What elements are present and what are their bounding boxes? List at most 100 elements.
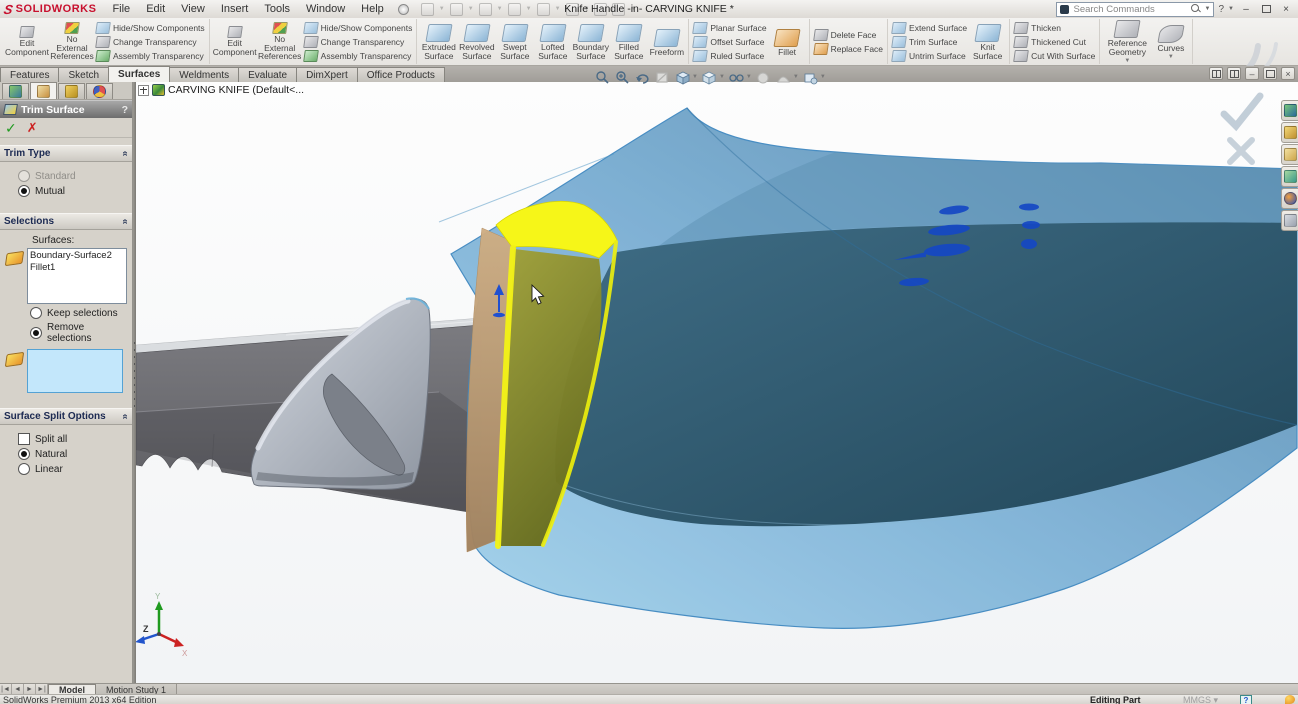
doc-restore-button[interactable] (1263, 67, 1277, 80)
reference-geometry-button[interactable]: Reference Geometry ▼ (1104, 18, 1150, 64)
menu-tools[interactable]: Tools (256, 2, 298, 16)
select-caret-icon[interactable]: ▼ (584, 6, 590, 12)
tab-weldments[interactable]: Weldments (169, 67, 239, 82)
remove-selections-option[interactable]: Remove selections (30, 322, 128, 344)
extend-surface-button[interactable]: Extend Surface (892, 22, 967, 34)
displaymanager-tab[interactable] (86, 83, 113, 99)
undo-icon[interactable] (537, 3, 550, 16)
help-caret-icon[interactable]: ▼ (1228, 6, 1234, 12)
restore-button[interactable] (1258, 2, 1274, 16)
cut-with-surface-button[interactable]: Cut With Surface (1014, 50, 1095, 62)
lofted-surface-button[interactable]: Lofted Surface (535, 22, 570, 61)
menu-edit[interactable]: Edit (138, 2, 173, 16)
menu-help[interactable]: Help (353, 2, 392, 16)
freeform-button[interactable]: Freeform (649, 27, 684, 57)
edit-component-button-2[interactable]: Edit Component (214, 26, 256, 57)
selection-item[interactable]: Fillet1 (30, 262, 124, 274)
remove-selections-radio[interactable] (30, 327, 42, 339)
pm-ok-button[interactable]: ✓ (5, 121, 17, 135)
print-icon[interactable] (508, 3, 521, 16)
thickened-cut-button[interactable]: Thickened Cut (1014, 36, 1095, 48)
model-scene[interactable]: Y Z X (136, 82, 1298, 683)
selection-item[interactable]: Boundary-Surface2 (30, 250, 124, 262)
confirmation-corner[interactable] (1224, 96, 1260, 162)
section-view-button[interactable] (654, 69, 671, 85)
view-orientation-button[interactable] (674, 69, 691, 85)
thicken-button[interactable]: Thicken (1014, 22, 1095, 34)
zoom-to-fit-button[interactable] (594, 69, 611, 85)
trim-type-section-header[interactable]: Trim Type « (0, 145, 132, 162)
menu-insert[interactable]: Insert (213, 2, 257, 16)
trim-mutual-option[interactable]: Mutual (18, 185, 128, 197)
save-caret-icon[interactable]: ▼ (497, 6, 503, 12)
split-all-option[interactable]: Split all (18, 433, 128, 445)
trim-standard-option[interactable]: Standard (18, 170, 128, 182)
doc-minimize-button[interactable]: – (1245, 67, 1259, 80)
tree-expand-icon[interactable] (138, 85, 149, 96)
apply-scene-button[interactable] (775, 69, 792, 85)
open-caret-icon[interactable]: ▼ (468, 6, 474, 12)
assembly-transparency-button[interactable]: Assembly Transparency (96, 50, 205, 62)
edit-component-button[interactable]: Edit Component (6, 26, 48, 57)
view-settings-caret-icon[interactable]: ▼ (820, 74, 826, 80)
trim-mutual-radio[interactable] (18, 185, 30, 197)
configurationmanager-tab[interactable] (58, 83, 85, 99)
rebuild-icon[interactable] (594, 3, 607, 16)
filled-surface-button[interactable]: Filled Surface (611, 22, 646, 61)
ruled-surface-button[interactable]: Ruled Surface (693, 50, 766, 62)
print-caret-icon[interactable]: ▼ (526, 6, 532, 12)
hide-show-components-button-2[interactable]: Hide/Show Components (304, 22, 413, 34)
apply-scene-caret-icon[interactable]: ▼ (793, 74, 799, 80)
edit-appearance-button[interactable] (755, 69, 772, 85)
propertymanager-tab[interactable] (30, 82, 57, 99)
search-caret-icon[interactable]: ▼ (1205, 6, 1211, 12)
extruded-surface-button[interactable]: Extruded Surface (421, 22, 456, 61)
new-document-icon[interactable] (421, 3, 434, 16)
delete-face-button[interactable]: Delete Face (814, 29, 883, 41)
taskpane-file-explorer-button[interactable] (1281, 144, 1298, 165)
menu-view[interactable]: View (173, 2, 213, 16)
undo-caret-icon[interactable]: ▼ (555, 6, 561, 12)
pm-cancel-button[interactable]: ✗ (27, 121, 38, 134)
doc-close-button[interactable]: × (1281, 67, 1295, 80)
tab-office-products[interactable]: Office Products (357, 67, 445, 82)
selections-section-header[interactable]: Selections « (0, 213, 132, 230)
boundary-surface-button[interactable]: Boundary Surface (573, 22, 608, 61)
options-caret-icon[interactable]: ▼ (630, 6, 636, 12)
view-orientation-caret-icon[interactable]: ▼ (692, 74, 698, 80)
no-external-references-button-2[interactable]: No External References (259, 22, 301, 62)
save-icon[interactable] (479, 3, 492, 16)
tab-dimxpert[interactable]: DimXpert (296, 67, 358, 82)
untrim-surface-button[interactable]: Untrim Surface (892, 50, 967, 62)
close-button[interactable]: × (1278, 2, 1294, 16)
graphics-viewport[interactable]: Y Z X CARVING KNIFE (Default<... (136, 82, 1298, 683)
menu-file[interactable]: File (104, 2, 138, 16)
display-style-button[interactable] (701, 69, 718, 85)
surfaces-selection-list[interactable]: Boundary-Surface2 Fillet1 (27, 248, 127, 304)
taskpane-view-palette-button[interactable] (1281, 166, 1298, 187)
search-icon[interactable] (1191, 4, 1201, 14)
minimize-button[interactable]: – (1238, 2, 1254, 16)
status-tag-icon[interactable] (1285, 695, 1295, 704)
tile-windows-icon[interactable] (1209, 67, 1223, 80)
swept-surface-button[interactable]: Swept Surface (497, 22, 532, 61)
replace-face-button[interactable]: Replace Face (814, 43, 883, 55)
taskpane-appearances-button[interactable] (1281, 188, 1298, 209)
cascade-windows-icon[interactable] (1227, 67, 1241, 80)
zoom-to-area-button[interactable] (614, 69, 631, 85)
split-all-checkbox[interactable] (18, 433, 30, 445)
display-style-caret-icon[interactable]: ▼ (719, 74, 725, 80)
hide-show-items-button[interactable] (728, 69, 745, 85)
hide-show-items-caret-icon[interactable]: ▼ (746, 74, 752, 80)
tab-surfaces[interactable]: Surfaces (108, 66, 170, 82)
no-external-references-button[interactable]: No External References (51, 22, 93, 62)
taskpane-design-library-button[interactable] (1281, 122, 1298, 143)
hide-show-components-button[interactable]: Hide/Show Components (96, 22, 205, 34)
select-icon[interactable] (566, 3, 579, 16)
taskpane-resources-button[interactable] (1281, 100, 1298, 121)
previous-view-button[interactable] (634, 69, 651, 85)
linear-option[interactable]: Linear (18, 463, 128, 475)
search-commands-box[interactable]: Search Commands ▼ (1056, 2, 1214, 17)
natural-option[interactable]: Natural (18, 448, 128, 460)
trim-surface-button[interactable]: Trim Surface (892, 36, 967, 48)
